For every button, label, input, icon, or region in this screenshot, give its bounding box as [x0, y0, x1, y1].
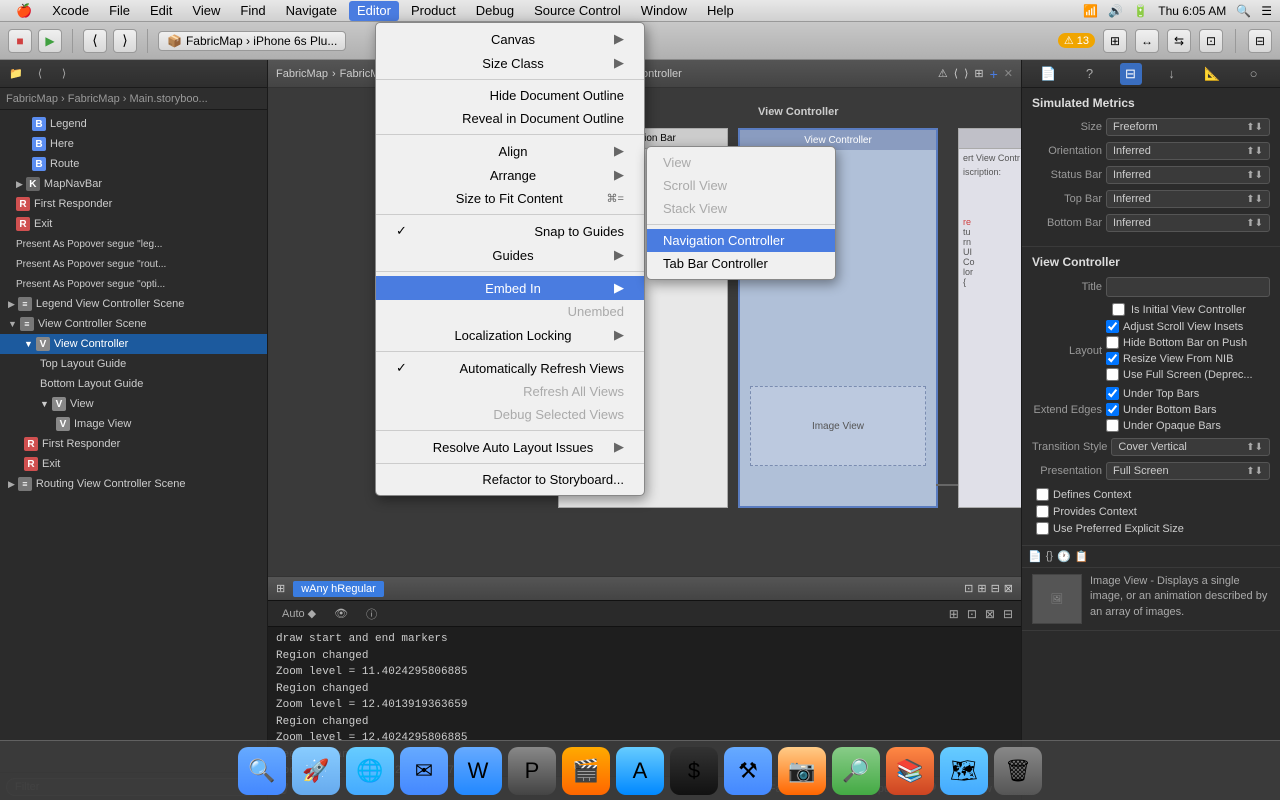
embed-nav-controller[interactable]: Navigation Controller: [647, 229, 835, 252]
menubar-source-control[interactable]: Source Control: [526, 1, 629, 21]
menubar-editor[interactable]: Editor: [349, 1, 399, 21]
dock-ibooks[interactable]: 📚: [886, 747, 934, 795]
menu-label-hide: Hide Document Outline: [490, 88, 624, 103]
menu-label-debug: Debug Selected Views: [493, 407, 624, 422]
menubar-file[interactable]: File: [101, 1, 138, 21]
menu-refresh-all[interactable]: Refresh All Views: [376, 380, 644, 403]
menubar-window[interactable]: Window: [633, 1, 695, 21]
menubar-product[interactable]: Product: [403, 1, 464, 21]
menu-sep-3: [376, 214, 644, 215]
editor-dropdown-menu: Canvas ▶ Size Class ▶ Hide Document Outl…: [375, 22, 645, 496]
embed-tab-bar[interactable]: Tab Bar Controller: [647, 252, 835, 275]
menu-arrow-loc: ▶: [614, 327, 624, 343]
menu-canvas[interactable]: Canvas ▶: [376, 27, 644, 51]
dock-mail[interactable]: ✉: [400, 747, 448, 795]
menu-arrow-size-class: ▶: [614, 55, 624, 71]
menu-label-reveal: Reveal in Document Outline: [462, 111, 624, 126]
menubar-right: 📶 🔊 🔋 Thu 6:05 AM 🔍 ☰: [1083, 4, 1272, 18]
menu-sep-7: [376, 463, 644, 464]
dock-sequel[interactable]: 🔎: [832, 747, 880, 795]
menu-arrow-guides: ▶: [614, 247, 624, 263]
menu-label-refactor: Refactor to Storyboard...: [482, 472, 624, 487]
search-icon[interactable]: 🔍: [1236, 4, 1251, 18]
menu-label-guides: Guides: [492, 248, 533, 263]
menu-label-snap: Snap to Guides: [534, 224, 624, 239]
menubar-view[interactable]: View: [184, 1, 228, 21]
menu-arrow-align: ▶: [614, 143, 624, 159]
menubar-edit[interactable]: Edit: [142, 1, 180, 21]
battery-icon: 🔋: [1133, 4, 1148, 18]
menu-guides[interactable]: Guides ▶: [376, 243, 644, 267]
clock: Thu 6:05 AM: [1158, 4, 1226, 18]
dock-appstore[interactable]: A: [616, 747, 664, 795]
dock-finder[interactable]: 🔍: [238, 747, 286, 795]
dock-xcode[interactable]: ⚒: [724, 747, 772, 795]
menu-size-class[interactable]: Size Class ▶: [376, 51, 644, 75]
menu-debug-views[interactable]: Debug Selected Views: [376, 403, 644, 426]
menu-sep-4: [376, 271, 644, 272]
menu-arrow-embed: ▶: [614, 280, 624, 296]
menu-size-fit[interactable]: Size to Fit Content ⌘=: [376, 187, 644, 210]
bullets-icon[interactable]: ☰: [1261, 4, 1272, 18]
menu-sep-2: [376, 134, 644, 135]
menubar: 🍎 Xcode File Edit View Find Navigate Edi…: [0, 0, 1280, 22]
embed-scroll-view[interactable]: Scroll View: [647, 174, 835, 197]
dock-word[interactable]: W: [454, 747, 502, 795]
menu-label-resolve: Resolve Auto Layout Issues: [433, 440, 593, 455]
menu-sep-6: [376, 430, 644, 431]
menu-label-loc: Localization Locking: [454, 328, 571, 343]
menu-hide-doc[interactable]: Hide Document Outline: [376, 84, 644, 107]
menu-arrange[interactable]: Arrange ▶: [376, 163, 644, 187]
menu-align[interactable]: Align ▶: [376, 139, 644, 163]
menu-check-auto: ✓: [396, 360, 412, 376]
menu-label-canvas: Canvas: [491, 32, 535, 47]
menu-shortcut-size-fit: ⌘=: [607, 192, 624, 205]
apple-menu[interactable]: 🍎: [8, 1, 40, 21]
wifi-icon: 📶: [1083, 4, 1098, 18]
dock-iphoto[interactable]: 📷: [778, 747, 826, 795]
menu-reveal-doc[interactable]: Reveal in Document Outline: [376, 107, 644, 130]
embed-in-submenu: View Scroll View Stack View Navigation C…: [646, 146, 836, 280]
dock-parallels[interactable]: P: [508, 747, 556, 795]
menu-sep-5: [376, 351, 644, 352]
dock: 🔍 🚀 🌐 ✉ W P 🎬 A $ ⚒ 📷 🔎 📚 🗺 🗑: [0, 740, 1280, 800]
embed-stack-view[interactable]: Stack View: [647, 197, 835, 220]
dock-launchpad[interactable]: 🚀: [292, 747, 340, 795]
embed-view[interactable]: View: [647, 151, 835, 174]
menu-arrow-arrange: ▶: [614, 167, 624, 183]
menu-check-snap: ✓: [396, 223, 412, 239]
menu-arrow-canvas: ▶: [614, 31, 624, 47]
menu-unembed[interactable]: Unembed: [376, 300, 644, 323]
menu-sep-1: [376, 79, 644, 80]
dock-safari[interactable]: 🌐: [346, 747, 394, 795]
embed-sep: [647, 224, 835, 225]
menu-auto-refresh[interactable]: ✓ Automatically Refresh Views: [376, 356, 644, 380]
menubar-debug[interactable]: Debug: [468, 1, 522, 21]
menu-resolve[interactable]: Resolve Auto Layout Issues ▶: [376, 435, 644, 459]
dock-maps[interactable]: 🗺: [940, 747, 988, 795]
dock-vlc[interactable]: 🎬: [562, 747, 610, 795]
volume-icon: 🔊: [1108, 4, 1123, 18]
menu-label-auto: Automatically Refresh Views: [460, 361, 625, 376]
dock-terminal[interactable]: $: [670, 747, 718, 795]
menu-label-unembed: Unembed: [568, 304, 624, 319]
menubar-xcode[interactable]: Xcode: [44, 1, 97, 21]
menubar-find[interactable]: Find: [232, 1, 273, 21]
menu-snap[interactable]: ✓ Snap to Guides: [376, 219, 644, 243]
menu-arrow-resolve: ▶: [614, 439, 624, 455]
menu-label-arrange: Arrange: [490, 168, 536, 183]
menu-label-size-fit: Size to Fit Content: [456, 191, 563, 206]
menu-label-embed: Embed In: [485, 281, 541, 296]
menu-embed-in[interactable]: Embed In ▶ View Scroll View Stack View N…: [376, 276, 644, 300]
menu-label-refresh: Refresh All Views: [523, 384, 624, 399]
dock-trash[interactable]: 🗑: [994, 747, 1042, 795]
menu-label-align: Align: [499, 144, 528, 159]
menu-loc-lock[interactable]: Localization Locking ▶: [376, 323, 644, 347]
menu-refactor[interactable]: Refactor to Storyboard...: [376, 468, 644, 491]
menu-label-size-class: Size Class: [482, 56, 543, 71]
menubar-navigate[interactable]: Navigate: [278, 1, 345, 21]
menubar-help[interactable]: Help: [699, 1, 742, 21]
